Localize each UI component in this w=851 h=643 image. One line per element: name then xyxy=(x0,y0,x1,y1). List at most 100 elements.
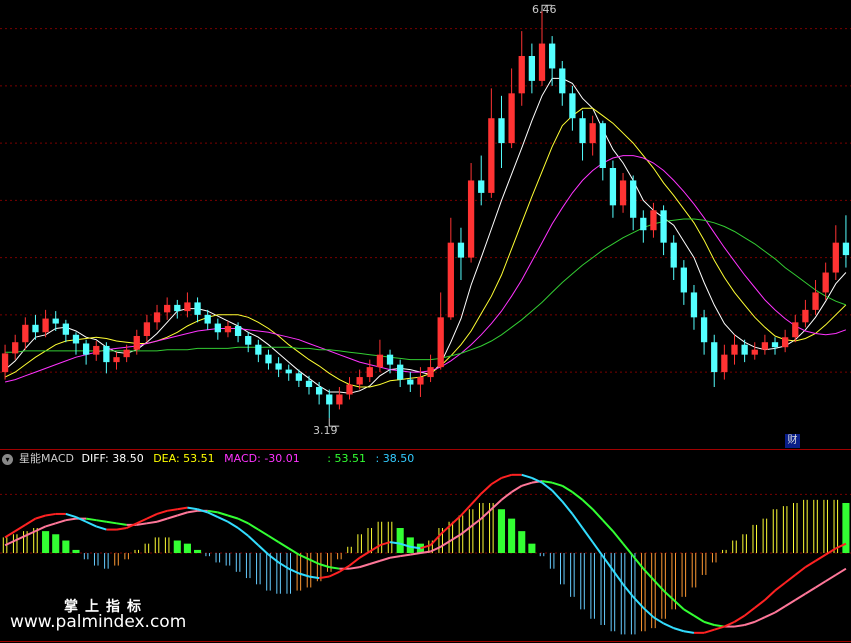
candle-body-up xyxy=(336,394,343,405)
diff-line xyxy=(217,516,229,523)
candle-body-down xyxy=(275,363,282,370)
candle-body-up xyxy=(113,357,120,363)
macd-histogram-bar xyxy=(42,531,50,554)
dea-line xyxy=(176,511,188,517)
candle-body-down xyxy=(397,364,404,380)
diff-line xyxy=(85,520,97,528)
candle-body-down xyxy=(457,242,465,258)
candle-body-up xyxy=(518,56,525,94)
candle-body-up xyxy=(731,344,738,355)
dea-line xyxy=(541,480,553,484)
dea-line xyxy=(400,553,411,558)
candle-body-down xyxy=(741,344,748,355)
low-price-annotation: 3.19 xyxy=(313,424,338,437)
indicator-name[interactable]: 星能MACD xyxy=(19,452,74,465)
candle-body-down xyxy=(528,56,536,81)
dea-line xyxy=(500,491,513,501)
chart-container: 6.46 3.19 财 ▾ 星能MACD DIFF: 38.50 DEA: 53.… xyxy=(0,0,851,643)
macd-histogram-bar xyxy=(52,534,60,554)
dea-line xyxy=(683,608,695,617)
candle-body-down xyxy=(245,336,252,345)
dea-line xyxy=(825,574,837,583)
diff-line xyxy=(501,473,512,479)
macd-histogram-bar xyxy=(72,549,80,554)
legend-diff: DIFF: 38.50 xyxy=(81,452,144,465)
legend-macd: MACD: -30.01 xyxy=(224,452,300,465)
candle-body-up xyxy=(224,326,232,333)
dea-line xyxy=(591,508,604,521)
candle-body-up xyxy=(184,302,191,312)
candle-body-up xyxy=(751,349,758,355)
dea-line xyxy=(247,522,259,531)
dea-line xyxy=(156,517,168,523)
dea-line xyxy=(815,580,827,589)
candle-body-up xyxy=(346,384,353,395)
finance-button[interactable]: 财 xyxy=(785,434,800,448)
candle-body-down xyxy=(407,379,414,385)
diff-line xyxy=(328,570,340,578)
dea-line xyxy=(602,519,614,532)
candle-body-up xyxy=(123,349,130,358)
candle-body-down xyxy=(103,345,110,363)
diff-line xyxy=(156,509,168,515)
candle-body-down xyxy=(386,354,394,365)
candle-body-down xyxy=(295,373,303,381)
candle-body-down xyxy=(234,326,242,336)
dea-line xyxy=(65,517,77,522)
dea-line xyxy=(511,484,523,493)
dea-line xyxy=(227,514,239,520)
dea-line xyxy=(581,499,594,510)
candle-body-down xyxy=(214,323,221,333)
collapse-icon[interactable]: ▾ xyxy=(2,453,13,465)
diff-line xyxy=(703,628,715,634)
dea-line xyxy=(267,534,280,543)
dea-line xyxy=(146,520,158,525)
diff-line xyxy=(35,514,46,520)
diff-line xyxy=(581,527,594,543)
diff-line xyxy=(167,508,178,512)
diff-line xyxy=(561,500,574,515)
dea-line xyxy=(764,611,776,619)
dea-line xyxy=(612,530,624,545)
candle-body-down xyxy=(660,210,667,243)
macd-histogram-bar xyxy=(194,549,202,554)
dea-line xyxy=(754,616,766,623)
dea-line xyxy=(693,614,705,623)
diff-line xyxy=(65,512,77,519)
diff-line xyxy=(95,525,107,531)
macd-histogram-bar xyxy=(497,509,506,554)
legend-dea: DEA: 53.51 xyxy=(153,452,215,465)
dea-line xyxy=(561,484,573,493)
dea-line xyxy=(784,599,796,608)
dea-line xyxy=(379,556,391,562)
candle-body-up xyxy=(508,93,515,144)
macd-histogram-bar xyxy=(508,518,516,554)
candle-body-up xyxy=(538,43,546,81)
macd-histogram-bar xyxy=(518,531,526,554)
diff-line xyxy=(237,527,249,537)
dea-line xyxy=(349,566,360,570)
candle-body-down xyxy=(285,369,292,374)
diff-line xyxy=(480,483,493,495)
candle-body-up xyxy=(792,322,799,338)
dea-line xyxy=(237,517,249,525)
diff-line xyxy=(116,527,127,531)
dea-line xyxy=(521,481,533,487)
dea-line xyxy=(734,624,745,628)
candle-body-up xyxy=(822,272,829,293)
dea-line xyxy=(106,520,117,525)
candle-body-down xyxy=(174,304,181,312)
candle-body-up xyxy=(12,342,19,354)
macd-histogram-bar xyxy=(183,543,191,554)
diff-line xyxy=(673,627,685,633)
candle-body-up xyxy=(366,367,373,378)
diff-line xyxy=(470,492,482,506)
candle-body-down xyxy=(609,168,617,206)
candle-body-up xyxy=(589,123,596,144)
diff-line xyxy=(14,524,26,532)
diff-line xyxy=(663,622,675,630)
diff-line xyxy=(521,473,533,479)
candle-body-up xyxy=(1,353,9,373)
candle-body-up xyxy=(447,242,454,318)
dea-line xyxy=(359,563,371,569)
